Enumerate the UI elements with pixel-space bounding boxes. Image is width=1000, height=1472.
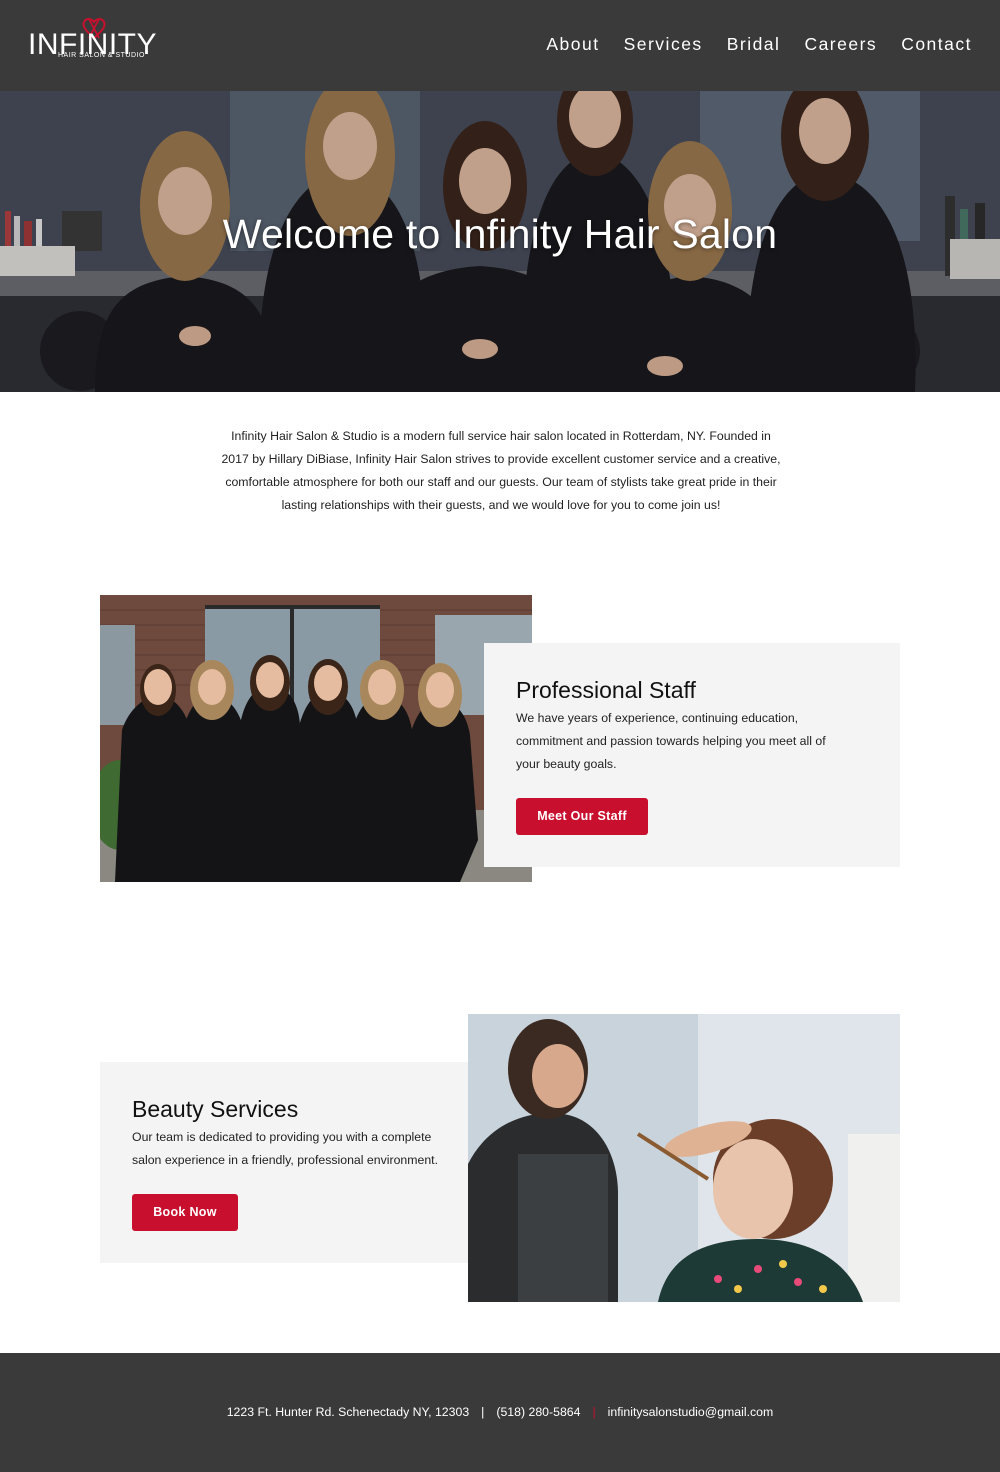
footer-separator: |	[481, 1405, 485, 1419]
footer-separator: |	[592, 1405, 596, 1419]
staff-card: Professional Staff We have years of expe…	[484, 643, 900, 867]
footer-address: 1223 Ft. Hunter Rd. Schenectady NY, 1230…	[226, 1405, 470, 1419]
logo-subtext: HAIR SALON & STUDIO	[58, 52, 145, 59]
nav-bridal[interactable]: Bridal	[727, 34, 781, 55]
hero-banner: Welcome to Infinity Hair Salon	[0, 91, 1000, 392]
intro-line: comfortable atmosphere for both our staf…	[225, 475, 777, 489]
staff-description: We have years of experience, continuing …	[516, 707, 886, 776]
logo[interactable]: INFINITY HAIR SALON & STUDIO	[26, 14, 157, 70]
staff-text-line: We have years of experience, continuing …	[516, 711, 799, 725]
staff-photo	[100, 595, 532, 882]
nav-careers[interactable]: Careers	[804, 34, 877, 55]
services-text-line: salon experience in a friendly, professi…	[132, 1153, 438, 1167]
intro-paragraph: Infinity Hair Salon & Studio is a modern…	[195, 425, 807, 517]
services-description: Our team is dedicated to providing you w…	[132, 1126, 502, 1172]
footer-phone[interactable]: (518) 280-5864	[496, 1405, 580, 1419]
services-text-line: Our team is dedicated to providing you w…	[132, 1130, 432, 1144]
services-card: Beauty Services Our team is dedicated to…	[100, 1062, 516, 1263]
site-header: INFINITY HAIR SALON & STUDIO About Servi…	[0, 0, 1000, 91]
makeup-photo	[468, 1014, 900, 1302]
nav-contact[interactable]: Contact	[901, 34, 972, 55]
footer-contact: 1223 Ft. Hunter Rd. Schenectady NY, 1230…	[0, 1405, 1000, 1419]
main-nav: About Services Bridal Careers Contact	[546, 34, 972, 55]
intro-line: lasting relationships with their guests,…	[281, 498, 721, 512]
staff-text-line: your beauty goals.	[516, 757, 617, 771]
footer-email[interactable]: infinitysalonstudio@gmail.com	[608, 1405, 774, 1419]
site-footer: 1223 Ft. Hunter Rd. Schenectady NY, 1230…	[0, 1353, 1000, 1472]
intro-line: 2017 by Hillary DiBiase, Infinity Hair S…	[221, 452, 781, 466]
staff-title: Professional Staff	[516, 677, 696, 703]
nav-services[interactable]: Services	[624, 34, 703, 55]
services-title: Beauty Services	[132, 1096, 299, 1122]
meet-our-staff-button[interactable]: Meet Our Staff	[516, 798, 648, 835]
staff-text-line: commitment and passion towards helping y…	[516, 734, 826, 748]
hero-title: Welcome to Infinity Hair Salon	[222, 211, 778, 257]
book-now-button[interactable]: Book Now	[132, 1194, 238, 1231]
nav-about[interactable]: About	[546, 34, 599, 55]
intro-line: Infinity Hair Salon & Studio is a modern…	[231, 429, 771, 443]
